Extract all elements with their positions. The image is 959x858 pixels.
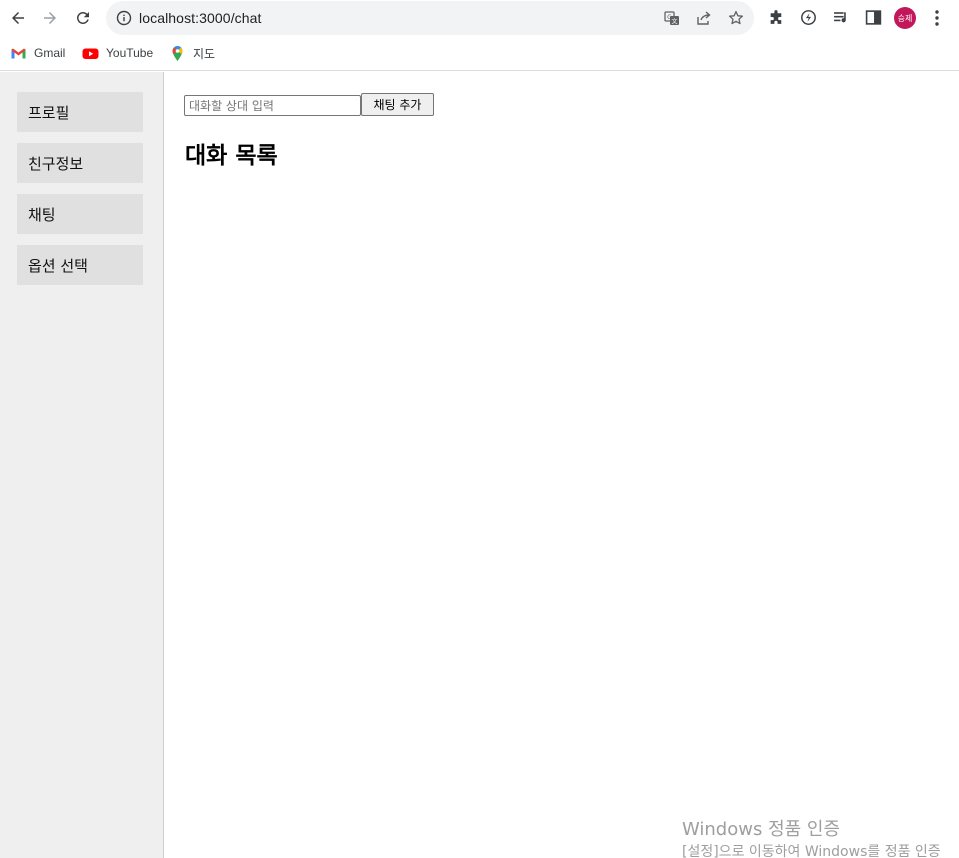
sidebar-item-chat[interactable]: 채팅 (17, 194, 143, 234)
avatar-initials: 승제 (897, 13, 913, 23)
side-panel-icon[interactable] (865, 9, 882, 26)
address-bar[interactable]: localhost:3000/chat 文G (106, 1, 754, 35)
windows-activation-title: Windows 정품 인증 (682, 819, 841, 840)
sidebar-item-label: 친구정보 (28, 154, 84, 173)
kebab-menu-icon[interactable] (930, 8, 944, 28)
svg-text:文: 文 (671, 18, 677, 26)
bookmark-label: 지도 (193, 46, 216, 61)
url-text[interactable]: localhost:3000/chat (139, 10, 262, 26)
lightning-icon[interactable] (800, 9, 817, 26)
bookmark-youtube[interactable]: YouTube (82, 44, 153, 62)
windows-activation-subtitle: [설정]으로 이동하여 Windows를 정품 인증 (682, 844, 941, 858)
arrow-right-icon (44, 12, 56, 24)
youtube-icon (82, 48, 99, 59)
chat-main: 채팅 추가 대화 목록 (164, 72, 959, 858)
bookmark-label: YouTube (106, 46, 154, 60)
profile-avatar[interactable]: 승제 (894, 7, 916, 29)
translate-icon[interactable]: 文G (664, 10, 680, 26)
reload-button[interactable] (71, 6, 95, 30)
sidebar-item-options[interactable]: 옵션 선택 (17, 245, 143, 285)
bookmark-gmail[interactable]: Gmail (10, 44, 65, 62)
sidebar-item-friends[interactable]: 친구정보 (17, 143, 143, 183)
star-icon[interactable] (728, 10, 744, 26)
puzzle-icon[interactable] (768, 9, 785, 26)
arrow-left-icon (12, 12, 24, 24)
svg-text:G: G (667, 14, 672, 21)
sidebar-item-label: 채팅 (28, 205, 56, 224)
sidebar-item-label: 옵션 선택 (28, 256, 88, 275)
info-icon[interactable] (116, 10, 132, 26)
music-queue-icon[interactable] (833, 9, 850, 26)
reload-icon (76, 11, 89, 24)
gmail-icon (11, 48, 26, 58)
chat-partner-input[interactable] (184, 95, 361, 116)
browser-toolbar: localhost:3000/chat 文G 승제 (0, 0, 959, 36)
sidebar-item-profile[interactable]: 프로필 (17, 92, 143, 132)
bookmarks-bar: Gmail YouTube 지도 (0, 36, 959, 71)
maps-pin-icon (172, 45, 183, 61)
add-chat-button[interactable]: 채팅 추가 (361, 93, 434, 116)
share-icon[interactable] (696, 10, 712, 26)
page-content: 프로필 친구정보 채팅 옵션 선택 채팅 추가 대화 목록 (0, 72, 959, 858)
forward-button[interactable] (38, 6, 62, 30)
sidebar-item-label: 프로필 (28, 103, 70, 122)
back-button[interactable] (6, 6, 30, 30)
chat-list-title: 대화 목록 (185, 143, 278, 169)
sidebar: 프로필 친구정보 채팅 옵션 선택 (0, 72, 164, 858)
bookmark-maps[interactable]: 지도 (169, 44, 215, 62)
bookmark-label: Gmail (34, 46, 66, 60)
